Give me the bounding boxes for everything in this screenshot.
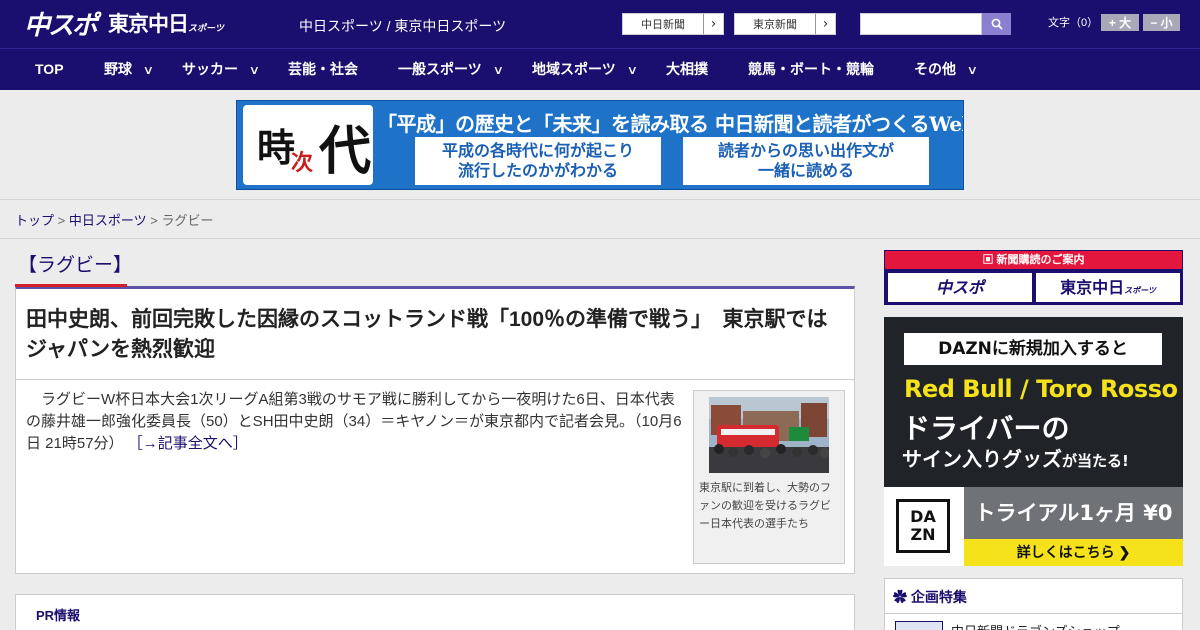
site-links[interactable]: 中日スポーツ / 東京中日スポーツ [299,16,506,36]
top-bar: 中スポ 東京中日スポーツ 中日スポーツ / 東京中日スポーツ 中日新聞 › 東京… [0,0,1200,48]
ad-more-button[interactable]: 詳しくはこちら ❯ [964,539,1183,566]
chevron-down-icon: ∨ [966,63,979,77]
font-size-label: 文字（0） [1048,17,1099,29]
search-button[interactable] [982,13,1011,35]
search-icon [991,18,1003,30]
breadcrumb-separator: > [150,213,158,228]
ad-goods-text: サイン入りグッズが当たる! [902,443,1172,472]
subscription-header: ▣ 新聞購読のご案内 [885,251,1182,269]
logo-tokyo-chunichi[interactable]: 東京中日スポーツ [108,8,224,38]
banner-box-line: 平成の各時代に何が起こり [441,141,634,160]
nav-item-keiba[interactable]: 競馬・ボート・競輪 [748,49,874,90]
tokyo-shimbun-button[interactable]: 東京新聞 › [734,13,836,35]
heisei-banner[interactable]: 時 次 代 「平成」の歴史と「未来」を読み取る 中日新聞と読者がつくるWebサイ… [236,100,964,190]
photo-caption: 東京駅に到着し、大勢のファンの歓迎を受けるラグビー日本代表の選手たち [699,482,831,530]
nav-item-entertainment[interactable]: 芸能・社会 [288,49,358,90]
subscribe-tokyo-chunichi-label: 東京中日 [1060,278,1125,297]
dazn-logo-bottom: ZN [910,525,936,544]
subscription-header-text: 新聞購読のご案内 [996,254,1085,266]
banner-box-line: 流行したのかがわかる [457,161,618,180]
nav-item-baseball[interactable]: 野球 ∨ [104,49,155,90]
crowd-photo-image [709,397,829,473]
font-smaller-button[interactable]: − 小 [1143,14,1180,31]
ad-top-banner: DAZNに新規加入すると [904,333,1162,365]
chevron-down-icon: ∨ [626,63,638,77]
ad-goods-suffix: が当たる! [1062,452,1129,470]
feature-item-dragons-shop[interactable]: 中日新聞ドラゴンズショップ [951,621,1120,630]
nav-item-general-sports[interactable]: 一般スポーツ ∨ [398,49,504,90]
dazn-logo: DA ZN [896,499,950,553]
feature-divider [885,613,1182,614]
banner-logo-char: 次 [291,150,314,176]
tokyo-shimbun-label: 東京新聞 [753,19,797,31]
breadcrumb-divider [0,238,1200,239]
chevron-down-icon: ∨ [492,63,504,77]
dazn-logo-top: DA [910,507,936,526]
nav-item-regional-sports[interactable]: 地域スポーツ ∨ [532,49,638,90]
subscribe-chuspo-button[interactable]: 中スポ [888,273,1032,302]
article-headline[interactable]: 田中史朗、前回完敗した因縁のスコットランド戦「100％の準備で戦う」 東京駅では… [26,305,848,365]
banner-area: 時 次 代 「平成」の歴史と「未来」を読み取る 中日新聞と読者がつくるWebサイ… [0,90,1200,200]
feature-header: ✿ 企画特集 [893,587,967,607]
feature-header-text: 企画特集 [910,589,967,605]
banner-box-line: 一緒に読める [757,161,854,180]
banner-box-line: 読者からの思い出作文が [717,141,894,160]
article-lead-text: ラグビーW杯日本大会1次リーグA組第3戦のサモア戦に勝利してから一夜明けた6日、… [26,391,682,452]
chevron-down-icon: ∨ [248,63,261,77]
ad-team-names: Red Bull / Toro Rosso [904,375,1178,403]
category-underline [15,284,127,287]
ribbon-icon: ✿ [893,589,907,605]
newspaper-icon: ▣ [982,254,994,266]
subscribe-tokyo-chunichi-small: スポーツ [1124,286,1156,295]
banner-box-left: 平成の各時代に何が起こり 流行したのかがわかる [415,137,661,185]
chevron-right-icon: › [815,14,835,34]
pr-title: PR情報 [36,608,81,623]
headline-divider [16,379,854,380]
ad-top-text: に新規加入すると [991,339,1128,359]
banner-logo-char: 時 [257,125,296,170]
nav-item-sumo[interactable]: 大相撲 [666,49,708,90]
banner-logo: 時 次 代 [243,105,373,185]
dazn-ad[interactable]: DAZNに新規加入すると Red Bull / Toro Rosso ドライバー… [884,317,1183,566]
ad-logo-area: DA ZN [884,487,964,566]
chevron-right-icon: › [703,14,723,34]
feature-box: ✿ 企画特集 中日新聞ドラゴンズショップ [884,578,1183,630]
ad-goods-main: サイン入りグッズ [902,447,1062,471]
main-nav: TOP 野球 ∨ サッカー ∨ 芸能・社会 一般スポーツ ∨ 地域スポーツ ∨ 大相撲 … [0,48,1200,90]
chunichi-shimbun-button[interactable]: 中日新聞 › [622,13,724,35]
logo-chuspo[interactable]: 中スポ [24,5,98,42]
chevron-down-icon: ∨ [142,63,155,77]
ad-trial-text: トライアル1ヶ月 ¥0 [964,487,1183,539]
breadcrumb-top[interactable]: トップ [15,213,54,228]
site-logo[interactable]: 中スポ 東京中日スポーツ [24,8,224,41]
pr-box: PR情報 [15,594,855,630]
subscription-box: ▣ 新聞購読のご案内 中スポ 東京中日スポーツ [884,250,1183,305]
font-bigger-button[interactable]: + 大 [1101,14,1139,31]
breadcrumb-current: ラグビー [161,213,214,228]
search-input[interactable] [860,13,982,35]
article-photo[interactable] [709,397,829,473]
category-title: 【ラグビー】 [18,255,133,276]
nav-item-soccer[interactable]: サッカー ∨ [182,49,261,90]
breadcrumb-separator: > [57,213,66,228]
ad-top-prefix: DAZN [938,339,992,359]
breadcrumb-chunichi-sports[interactable]: 中日スポーツ [69,213,147,228]
article-card: 田中史朗、前回完敗した因縁のスコットランド戦「100％の準備で戦う」 東京駅では… [15,286,855,574]
banner-box-right: 読者からの思い出作文が 一緒に読める [683,137,929,185]
read-more-link[interactable]: ［→記事全文へ］ [128,435,248,452]
subscribe-tokyo-chunichi-button[interactable]: 東京中日スポーツ [1036,273,1180,302]
nav-item-other[interactable]: その他 ∨ [914,49,979,90]
breadcrumb: トップ > 中日スポーツ > ラグビー [15,210,213,229]
chunichi-shimbun-label: 中日新聞 [641,19,685,31]
ad-driver-text: ドライバーの [902,412,1070,445]
banner-headline: 「平成」の歴史と「未来」を読み取る 中日新聞と読者がつくるWebサイト [377,112,963,136]
feature-thumbnail[interactable] [895,621,943,630]
nav-item-top[interactable]: TOP [35,49,64,90]
article-photo-box: 東京駅に到着し、大勢のファンの歓迎を受けるラグビー日本代表の選手たち [693,390,845,564]
article-lead: ラグビーW杯日本大会1次リーグA組第3戦のサモア戦に勝利してから一夜明けた6日、… [26,389,682,455]
banner-logo-char: 代 [319,121,372,182]
